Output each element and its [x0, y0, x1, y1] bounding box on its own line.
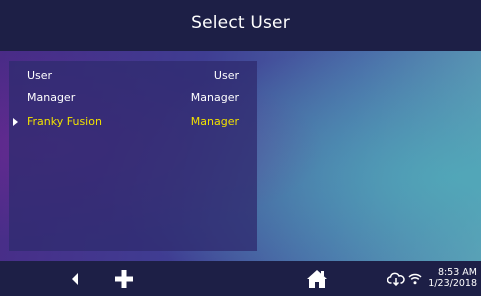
select-user-screen: Select User User User Manager Manager Fr…: [0, 0, 481, 296]
cloud-sync-icon: [387, 272, 405, 286]
user-role: Manager: [190, 91, 239, 104]
clock: 8:53 AM 1/23/2018: [428, 267, 477, 289]
user-list-panel: User User Manager Manager Franky Fusion …: [9, 61, 257, 251]
role-column-header: User: [213, 69, 239, 82]
header-bar: Select User: [0, 0, 481, 51]
home-icon: [307, 269, 327, 288]
plus-icon: [115, 269, 133, 288]
page-title: Select User: [191, 12, 290, 33]
user-list-header-row: User User: [9, 66, 257, 86]
clock-time: 8:53 AM: [437, 267, 477, 278]
footer-bar: 8:53 AM 1/23/2018: [0, 261, 481, 296]
selected-arrow-icon: [13, 118, 18, 126]
user-role: Manager: [190, 115, 239, 128]
wifi-icon: [408, 273, 422, 284]
wifi-status: [405, 261, 425, 296]
user-name: Franky Fusion: [27, 115, 102, 128]
user-row-franky-fusion[interactable]: Franky Fusion Manager: [9, 112, 257, 132]
add-user-button[interactable]: [107, 261, 141, 296]
clock-date: 1/23/2018: [428, 278, 477, 289]
user-column-header: User: [27, 69, 53, 82]
home-button[interactable]: [300, 261, 334, 296]
user-name: Manager: [27, 91, 76, 104]
user-row-manager[interactable]: Manager Manager: [9, 88, 257, 108]
back-arrow-icon: [72, 272, 78, 285]
back-button[interactable]: [60, 261, 90, 296]
